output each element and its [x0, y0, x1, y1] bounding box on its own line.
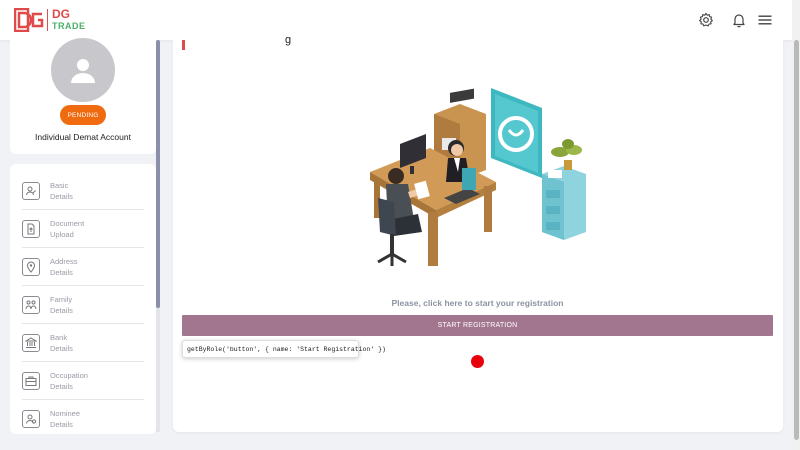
account-type-label: Individual Demat Account [35, 132, 131, 142]
logo-divider [47, 9, 48, 31]
step-sublabel: Details [50, 305, 73, 315]
sidebar-scrollbar-thumb[interactable] [156, 40, 160, 308]
registration-steps-list: Basic Details Document Upload Address Detai… [10, 164, 156, 434]
location-pin-icon [22, 257, 40, 276]
family-icon [22, 295, 40, 314]
logo-sub-text: TRADE [52, 21, 86, 31]
start-registration-button[interactable]: START REGISTRATION [182, 315, 773, 336]
page-title-partial: g [285, 34, 292, 46]
step-nominee-details[interactable]: Nominee Details [22, 400, 144, 434]
status-badge: PENDING [60, 105, 106, 125]
hamburger-menu-icon[interactable] [757, 12, 773, 28]
step-label: Occupation [50, 370, 88, 380]
bell-icon[interactable] [731, 12, 747, 28]
user-edit-icon [22, 181, 40, 200]
top-bar: DG TRADE [0, 0, 792, 40]
office-registration-illustration [370, 88, 586, 266]
step-sublabel: Details [50, 420, 73, 429]
section-accent-bar [182, 40, 185, 50]
step-address-details[interactable]: Address Details [22, 248, 144, 286]
step-label: Bank [50, 332, 68, 342]
document-upload-icon [22, 219, 40, 238]
step-label: Address [50, 256, 78, 266]
dg-logo-mark-icon [14, 8, 44, 32]
step-occupation-details[interactable]: Occupation Details [22, 362, 144, 400]
step-bank-details[interactable]: Bank Details [22, 324, 144, 362]
step-label: Document [50, 218, 85, 228]
step-sublabel: Details [50, 381, 73, 391]
page-scrollbar-thumb[interactable] [794, 40, 799, 440]
step-sublabel: Details [50, 267, 73, 277]
bank-icon [22, 333, 40, 352]
step-family-details[interactable]: Family Details [22, 286, 144, 324]
step-document-upload[interactable]: Document Upload [22, 210, 144, 248]
avatar[interactable] [51, 38, 115, 102]
briefcase-icon [22, 371, 40, 390]
logo-main-text: DG [52, 7, 70, 21]
step-sublabel: Details [50, 191, 73, 201]
settings-icon[interactable] [698, 12, 714, 28]
step-sublabel: Upload [50, 229, 74, 239]
registration-prompt: Please, click here to start your registr… [391, 298, 564, 308]
step-label: Basic [50, 180, 69, 190]
step-label: Nominee [50, 409, 81, 418]
step-label: Family [50, 294, 73, 304]
nominee-icon [22, 410, 40, 428]
click-marker-dot [471, 355, 484, 368]
profile-card: PENDING Individual Demat Account [10, 38, 156, 154]
brand-logo[interactable]: DG TRADE [14, 8, 86, 32]
user-silhouette-icon [71, 59, 95, 83]
step-sublabel: Details [50, 343, 73, 353]
locator-tooltip: getByRole('button', { name: 'Start Regis… [182, 340, 386, 358]
step-basic-details[interactable]: Basic Details [22, 172, 144, 210]
